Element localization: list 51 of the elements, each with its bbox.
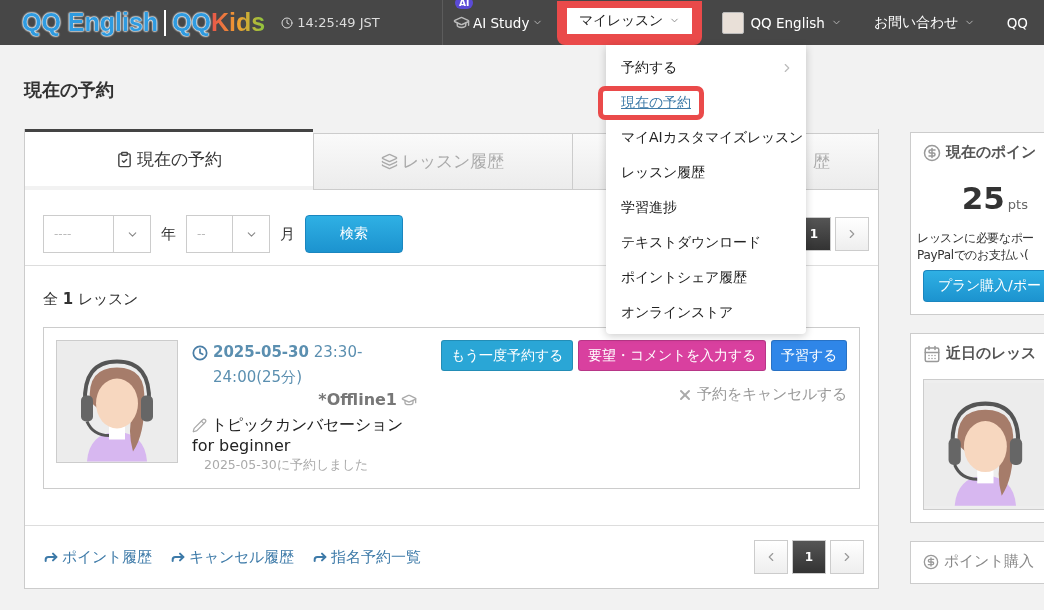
logo-text: QQ (172, 8, 212, 37)
menu-item[interactable]: オンラインストア (606, 295, 806, 330)
clipboard-check-icon (116, 150, 133, 168)
nav-item[interactable]: マイレッスン (567, 7, 693, 34)
menu-item[interactable]: 現在の予約 (598, 85, 704, 120)
points-unit: pts (1007, 197, 1028, 212)
layers-icon (381, 153, 399, 170)
nav-item[interactable]: AI AI Study (442, 0, 554, 45)
next-page-button[interactable] (830, 540, 864, 574)
booked-date: 2025-05-30に予約しました (203, 457, 369, 474)
points-value: 25 (961, 180, 1005, 216)
avatar-icon (722, 11, 745, 34)
tab[interactable]: 現在の予約 (25, 129, 313, 186)
footer-link[interactable]: ポイント履歴 (43, 547, 152, 567)
menu-item[interactable]: レッスン履歴 (606, 155, 806, 190)
course-name: トピックカンバセーション (211, 415, 403, 436)
menu-item[interactable]: 予約する (606, 50, 806, 85)
lesson-count: 全 1 レッスン (43, 290, 138, 309)
previous-page-button[interactable] (754, 540, 788, 574)
action-button[interactable]: 要望・コメントを入力する (578, 340, 766, 371)
footer-link[interactable]: キャンセル履歴 (170, 547, 294, 567)
course-level: for beginner (192, 436, 292, 455)
calendar-icon (923, 344, 941, 363)
menu-item[interactable]: マイAIカスタマイズレッスン (606, 120, 806, 155)
next-page-button[interactable] (835, 217, 869, 251)
card-title: 現在のポイン (946, 143, 1036, 162)
card-title: ポイント購入 (944, 552, 1034, 571)
lesson-room: *Offline1 (318, 390, 397, 409)
dollar-icon (923, 553, 939, 570)
graduation-cap-icon (452, 14, 470, 31)
footer-link[interactable]: 指名予約一覧 (312, 547, 421, 567)
clock-icon (281, 16, 294, 29)
menu-item[interactable]: ポイントシェア履歴 (606, 260, 806, 295)
points-note: レッスンに必要なポー (917, 230, 1034, 247)
dollar-icon (923, 143, 941, 162)
page-button[interactable]: 1 (792, 540, 826, 574)
clock-time: 14:25:49 JST (297, 15, 380, 30)
lesson-datetime: 2025-05-30 23:30-24:00(25分) (213, 342, 364, 388)
nav-item[interactable]: QQ English (710, 7, 854, 38)
points-note: PayPalでのお支払い( (917, 247, 1029, 264)
action-button[interactable]: 予習する (771, 340, 847, 371)
month-label: 月 (280, 224, 295, 244)
nav-item[interactable]: お問い合わせ (861, 9, 987, 36)
card-title: 近日のレッス (946, 344, 1036, 363)
ai-badge: AI (454, 0, 474, 9)
page-title: 現在の予約 (24, 78, 114, 102)
pencil-icon (192, 418, 207, 433)
year-label: 年 (161, 224, 176, 244)
logo-text: QQ English (22, 8, 159, 37)
clock-icon (192, 345, 208, 361)
nav-item[interactable]: QQ (994, 10, 1040, 35)
